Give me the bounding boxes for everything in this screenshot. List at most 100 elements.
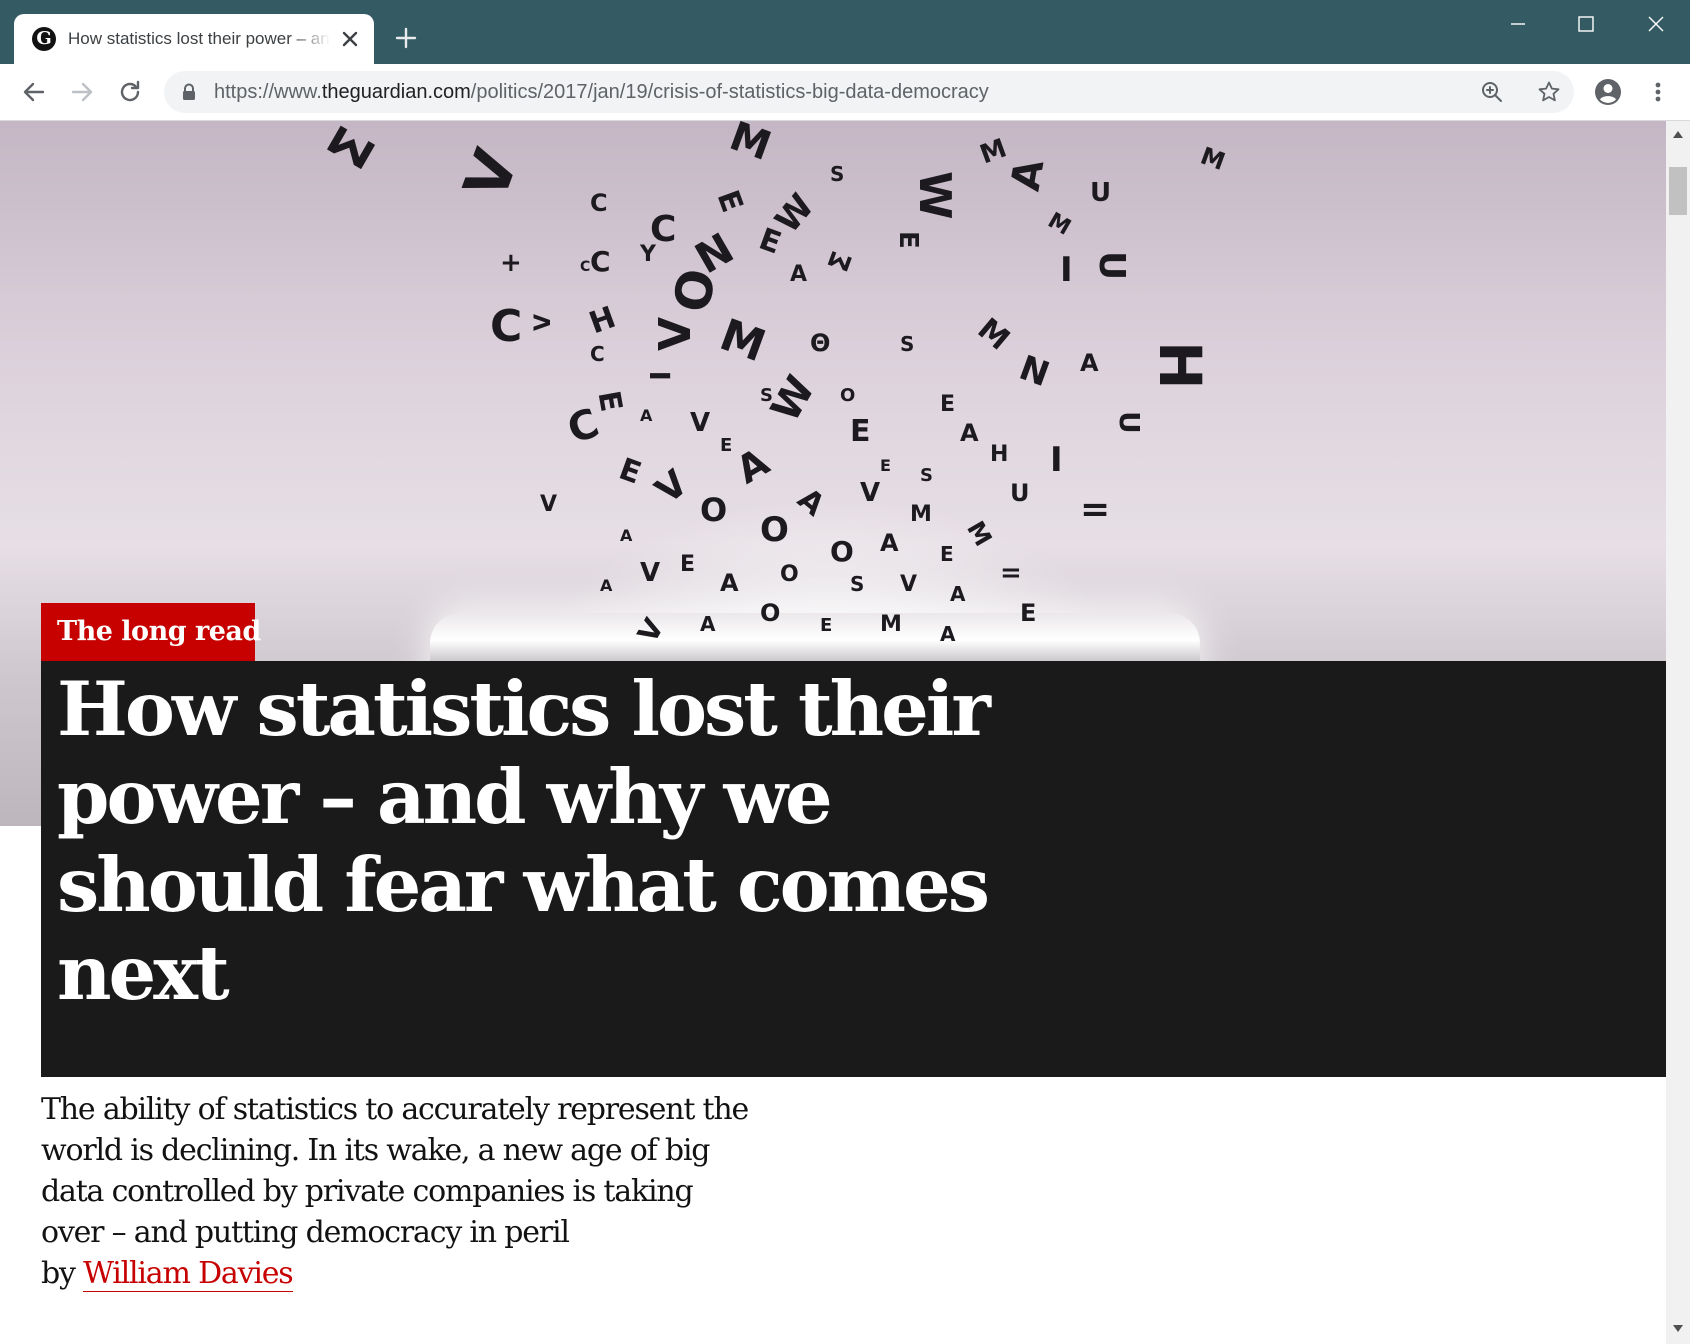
svg-text:A: A (1080, 349, 1099, 377)
url-scheme: https://www. (214, 81, 322, 103)
svg-text:E: E (591, 388, 629, 414)
page-viewport: Σ V M C H Y C E W S W M A U M U M E + C (0, 121, 1666, 1344)
svg-text:U: U (1091, 251, 1132, 280)
byline-prefix: by (41, 1256, 76, 1291)
svg-text:V: V (860, 478, 880, 508)
svg-text:A: A (791, 482, 832, 524)
svg-text:C: C (590, 189, 608, 217)
svg-text:A: A (950, 582, 966, 606)
svg-text:I: I (1060, 250, 1073, 290)
svg-text:V: V (451, 140, 533, 208)
svg-text:V: V (648, 463, 696, 512)
svg-text:A: A (720, 569, 739, 597)
arrow-right-icon[interactable] (68, 78, 96, 106)
svg-text:A: A (729, 439, 777, 492)
svg-text:A: A (700, 612, 716, 636)
svg-text:C: C (490, 301, 522, 352)
minimize-icon[interactable] (1498, 10, 1538, 38)
svg-text:M: M (971, 312, 1016, 358)
arrow-left-icon[interactable] (20, 78, 48, 106)
reload-icon[interactable] (116, 78, 144, 106)
svg-text:U: U (1010, 479, 1030, 507)
svg-text:E: E (940, 392, 955, 417)
maximize-icon[interactable] (1566, 10, 1606, 38)
svg-text:S: S (830, 162, 844, 186)
lock-icon[interactable] (180, 83, 198, 101)
svg-text:M: M (880, 612, 902, 637)
svg-text:S: S (900, 332, 914, 356)
svg-text:C: C (580, 259, 590, 275)
article-standfirst: The ability of statistics to accurately … (41, 1089, 761, 1294)
url-text[interactable]: https://www.theguardian.com/politics/201… (214, 71, 989, 113)
svg-text:M: M (1043, 208, 1074, 241)
svg-text:E: E (893, 231, 923, 249)
svg-text:M: M (910, 502, 932, 527)
browser-toolbar: https://www.theguardian.com/politics/201… (0, 64, 1690, 121)
svg-text:C: C (650, 209, 676, 250)
svg-text:C: C (590, 342, 605, 366)
svg-text:A: A (640, 406, 653, 425)
svg-text:A: A (940, 622, 956, 646)
svg-text:U: U (1090, 178, 1111, 208)
svg-text:A: A (880, 529, 899, 557)
svg-text:M: M (961, 516, 997, 551)
kebab-menu-icon[interactable] (1648, 78, 1668, 106)
svg-text:S: S (760, 385, 773, 406)
close-icon[interactable] (338, 27, 362, 51)
series-kicker[interactable]: The long read (41, 603, 261, 661)
svg-text:V: V (690, 408, 710, 438)
svg-text:A: A (620, 526, 633, 545)
svg-text:O: O (780, 562, 799, 587)
account-icon[interactable] (1594, 78, 1622, 106)
svg-text:I: I (644, 371, 677, 381)
headline-panel: How statistics lost their power – and wh… (41, 661, 1666, 1077)
scrollbar-thumb[interactable] (1669, 167, 1687, 215)
svg-text:=: = (1080, 489, 1110, 530)
browser-titlebar: G How statistics lost their power – and … (0, 0, 1690, 64)
svg-text:A: A (960, 419, 979, 447)
svg-text:E: E (850, 414, 871, 449)
svg-text:U: U (1113, 411, 1146, 434)
scroll-up-arrow-icon[interactable] (1672, 129, 1684, 139)
svg-text:V: V (640, 558, 660, 588)
page-scrollbar[interactable] (1666, 121, 1690, 1344)
url-path: /politics/2017/jan/19/crisis-of-statisti… (470, 81, 989, 103)
kicker-label[interactable]: The long read (57, 603, 261, 661)
article-headline: How statistics lost their power – and wh… (57, 665, 991, 1017)
svg-text:H: H (990, 442, 1008, 467)
svg-text:M: M (1197, 142, 1229, 176)
svg-text:M: M (724, 121, 777, 170)
svg-text:I: I (1050, 440, 1063, 480)
url-host: theguardian.com (321, 81, 471, 103)
svg-text:E: E (614, 452, 645, 492)
svg-text:V: V (900, 572, 917, 597)
svg-text:H: H (585, 300, 621, 341)
address-bar[interactable]: https://www.theguardian.com/politics/201… (164, 71, 1574, 113)
standfirst-text: The ability of statistics to accurately … (41, 1092, 749, 1250)
svg-text:W: W (909, 171, 960, 220)
zoom-icon[interactable] (1480, 80, 1504, 104)
svg-text:E: E (720, 435, 732, 456)
svg-text:V: V (540, 492, 557, 517)
svg-text:O: O (830, 535, 854, 568)
svg-text:Σ: Σ (822, 247, 860, 276)
star-icon[interactable] (1537, 80, 1561, 104)
svg-text:V: V (650, 317, 701, 351)
svg-text:A: A (1003, 156, 1054, 195)
svg-text:E: E (880, 456, 891, 475)
svg-text:N: N (1014, 348, 1054, 395)
svg-text:E: E (710, 186, 750, 217)
svg-text:E: E (754, 222, 785, 262)
author-link[interactable]: William Davies (83, 1256, 294, 1292)
scroll-down-arrow-icon[interactable] (1672, 1324, 1684, 1334)
svg-text:O: O (760, 510, 789, 550)
plus-icon[interactable] (392, 24, 420, 52)
svg-text:E: E (820, 615, 832, 636)
window-close-icon[interactable] (1636, 10, 1676, 38)
svg-text:M: M (713, 309, 772, 372)
svg-text:H: H (1146, 341, 1214, 390)
browser-tab[interactable]: G How statistics lost their power – and … (14, 14, 374, 64)
svg-text:O: O (700, 491, 727, 529)
svg-text:S: S (920, 465, 933, 486)
svg-text:V: V (531, 314, 556, 331)
